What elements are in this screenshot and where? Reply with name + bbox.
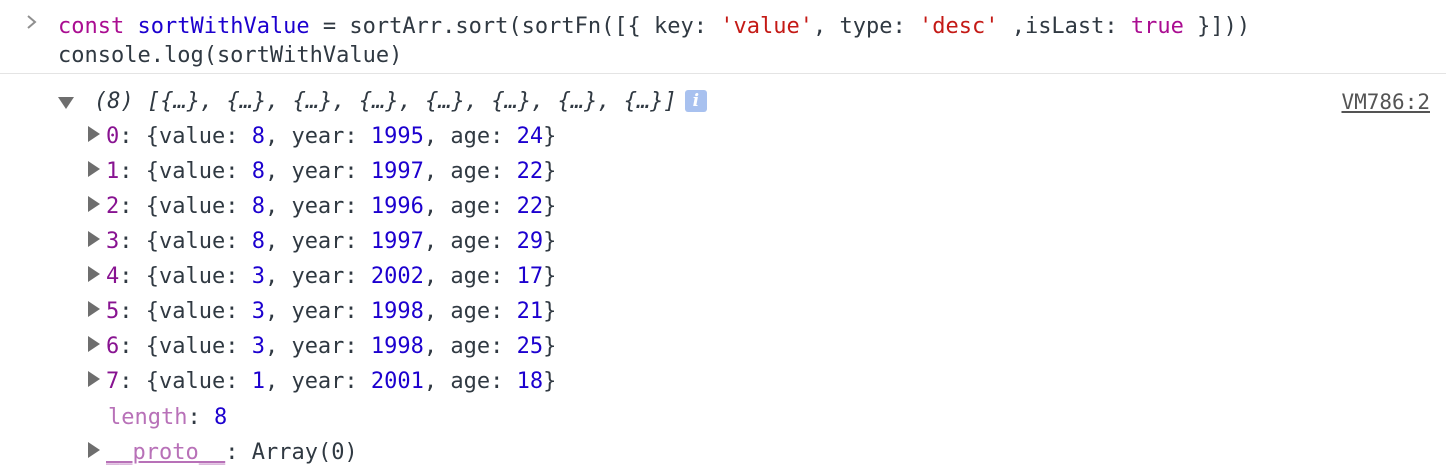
- expand-triangle-icon[interactable]: [88, 442, 100, 458]
- entry-age: 29: [516, 229, 544, 254]
- entry-index: 4: [106, 264, 120, 289]
- entry-year: 1997: [370, 229, 424, 254]
- array-entry-row[interactable]: 2: {value: 8, year: 1996, age: 22}: [88, 191, 556, 223]
- expand-triangle-icon[interactable]: [88, 161, 100, 177]
- entry-index: 2: [106, 194, 120, 219]
- entry-age: 22: [516, 159, 544, 184]
- entry-year: 1998: [370, 299, 424, 324]
- length-value: 8: [213, 405, 228, 430]
- console-output: VM786:2 (8) [{…}, {…}, {…}, {…}, {…}, {……: [0, 84, 1446, 476]
- entry-index: 3: [106, 229, 120, 254]
- code-text: = sortArr.sort(sortFn([{ key:: [309, 14, 721, 39]
- variable-name: sortWithValue: [137, 14, 310, 39]
- entry-value: 8: [251, 124, 265, 149]
- entry-value: 1: [251, 369, 265, 394]
- entry-value: 8: [251, 159, 265, 184]
- proto-key: __proto__: [106, 440, 226, 465]
- info-icon[interactable]: i: [684, 90, 707, 112]
- input-line-2: console.log(sortWithValue): [58, 43, 403, 68]
- entry-age: 17: [516, 264, 544, 289]
- entry-age: 25: [516, 334, 544, 359]
- length-key: length: [108, 405, 188, 430]
- keyword-const: const: [58, 14, 125, 39]
- prompt-chevron-icon: [26, 14, 38, 30]
- proto-value: Array(0): [251, 440, 358, 465]
- entry-year: 1995: [370, 124, 424, 149]
- boolean-literal: true: [1130, 14, 1184, 39]
- entry-year: 1998: [370, 334, 424, 359]
- array-entry-row[interactable]: 6: {value: 3, year: 1998, age: 25}: [88, 331, 556, 363]
- entry-index: 7: [106, 369, 120, 394]
- array-entry-row[interactable]: 0: {value: 8, year: 1995, age: 24}: [88, 121, 556, 153]
- array-summary[interactable]: (8) [{…}, {…}, {…}, {…}, {…}, {…}, {…}, …: [58, 86, 707, 118]
- array-entry-row[interactable]: 7: {value: 1, year: 2001, age: 18}: [88, 366, 556, 398]
- entry-year: 1997: [370, 159, 424, 184]
- expand-triangle-icon[interactable]: [88, 371, 100, 387]
- array-summary-text: (8) [{…}, {…}, {…}, {…}, {…}, {…}, {…}, …: [94, 89, 677, 114]
- entry-index: 6: [106, 334, 120, 359]
- entry-year: 1996: [370, 194, 424, 219]
- entry-value: 3: [251, 334, 265, 359]
- console-input-block: const sortWithValue = sortArr.sort(sortF…: [0, 0, 1446, 74]
- code-text: , type:: [813, 14, 919, 39]
- array-entry-row[interactable]: 1: {value: 8, year: 1997, age: 22}: [88, 156, 556, 188]
- array-entry-row[interactable]: 3: {value: 8, year: 1997, age: 29}: [88, 226, 556, 258]
- expand-triangle-icon[interactable]: [88, 301, 100, 317]
- entry-value: 8: [251, 229, 265, 254]
- array-entry-row[interactable]: 5: {value: 3, year: 1998, age: 21}: [88, 296, 556, 328]
- expand-triangle-icon[interactable]: [88, 266, 100, 282]
- string-literal-desc: 'desc': [918, 14, 999, 39]
- string-literal-value: 'value': [720, 14, 813, 39]
- code-text: }])): [1183, 14, 1251, 39]
- entry-age: 18: [516, 369, 544, 394]
- entry-value: 8: [251, 194, 265, 219]
- entry-year: 2002: [370, 264, 424, 289]
- entry-age: 24: [516, 124, 544, 149]
- source-link[interactable]: VM786:2: [1341, 86, 1430, 118]
- entry-index: 0: [106, 124, 120, 149]
- entry-age: 22: [516, 194, 544, 219]
- expand-triangle-icon[interactable]: [88, 336, 100, 352]
- expand-triangle-icon[interactable]: [88, 126, 100, 142]
- entry-index: 5: [106, 299, 120, 324]
- array-entry-row[interactable]: 4: {value: 3, year: 2002, age: 17}: [88, 261, 556, 293]
- expand-triangle-icon[interactable]: [88, 231, 100, 247]
- entry-year: 2001: [370, 369, 424, 394]
- length-row: length: 8: [108, 405, 228, 430]
- entry-age: 21: [516, 299, 544, 324]
- proto-row[interactable]: __proto__: Array(0): [88, 437, 358, 469]
- input-line-1: const sortWithValue = sortArr.sort(sortF…: [58, 11, 1250, 43]
- code-text: ,isLast:: [998, 14, 1131, 39]
- entry-index: 1: [106, 159, 120, 184]
- expand-triangle-icon[interactable]: [88, 196, 100, 212]
- entry-value: 3: [251, 299, 265, 324]
- entry-value: 3: [251, 264, 265, 289]
